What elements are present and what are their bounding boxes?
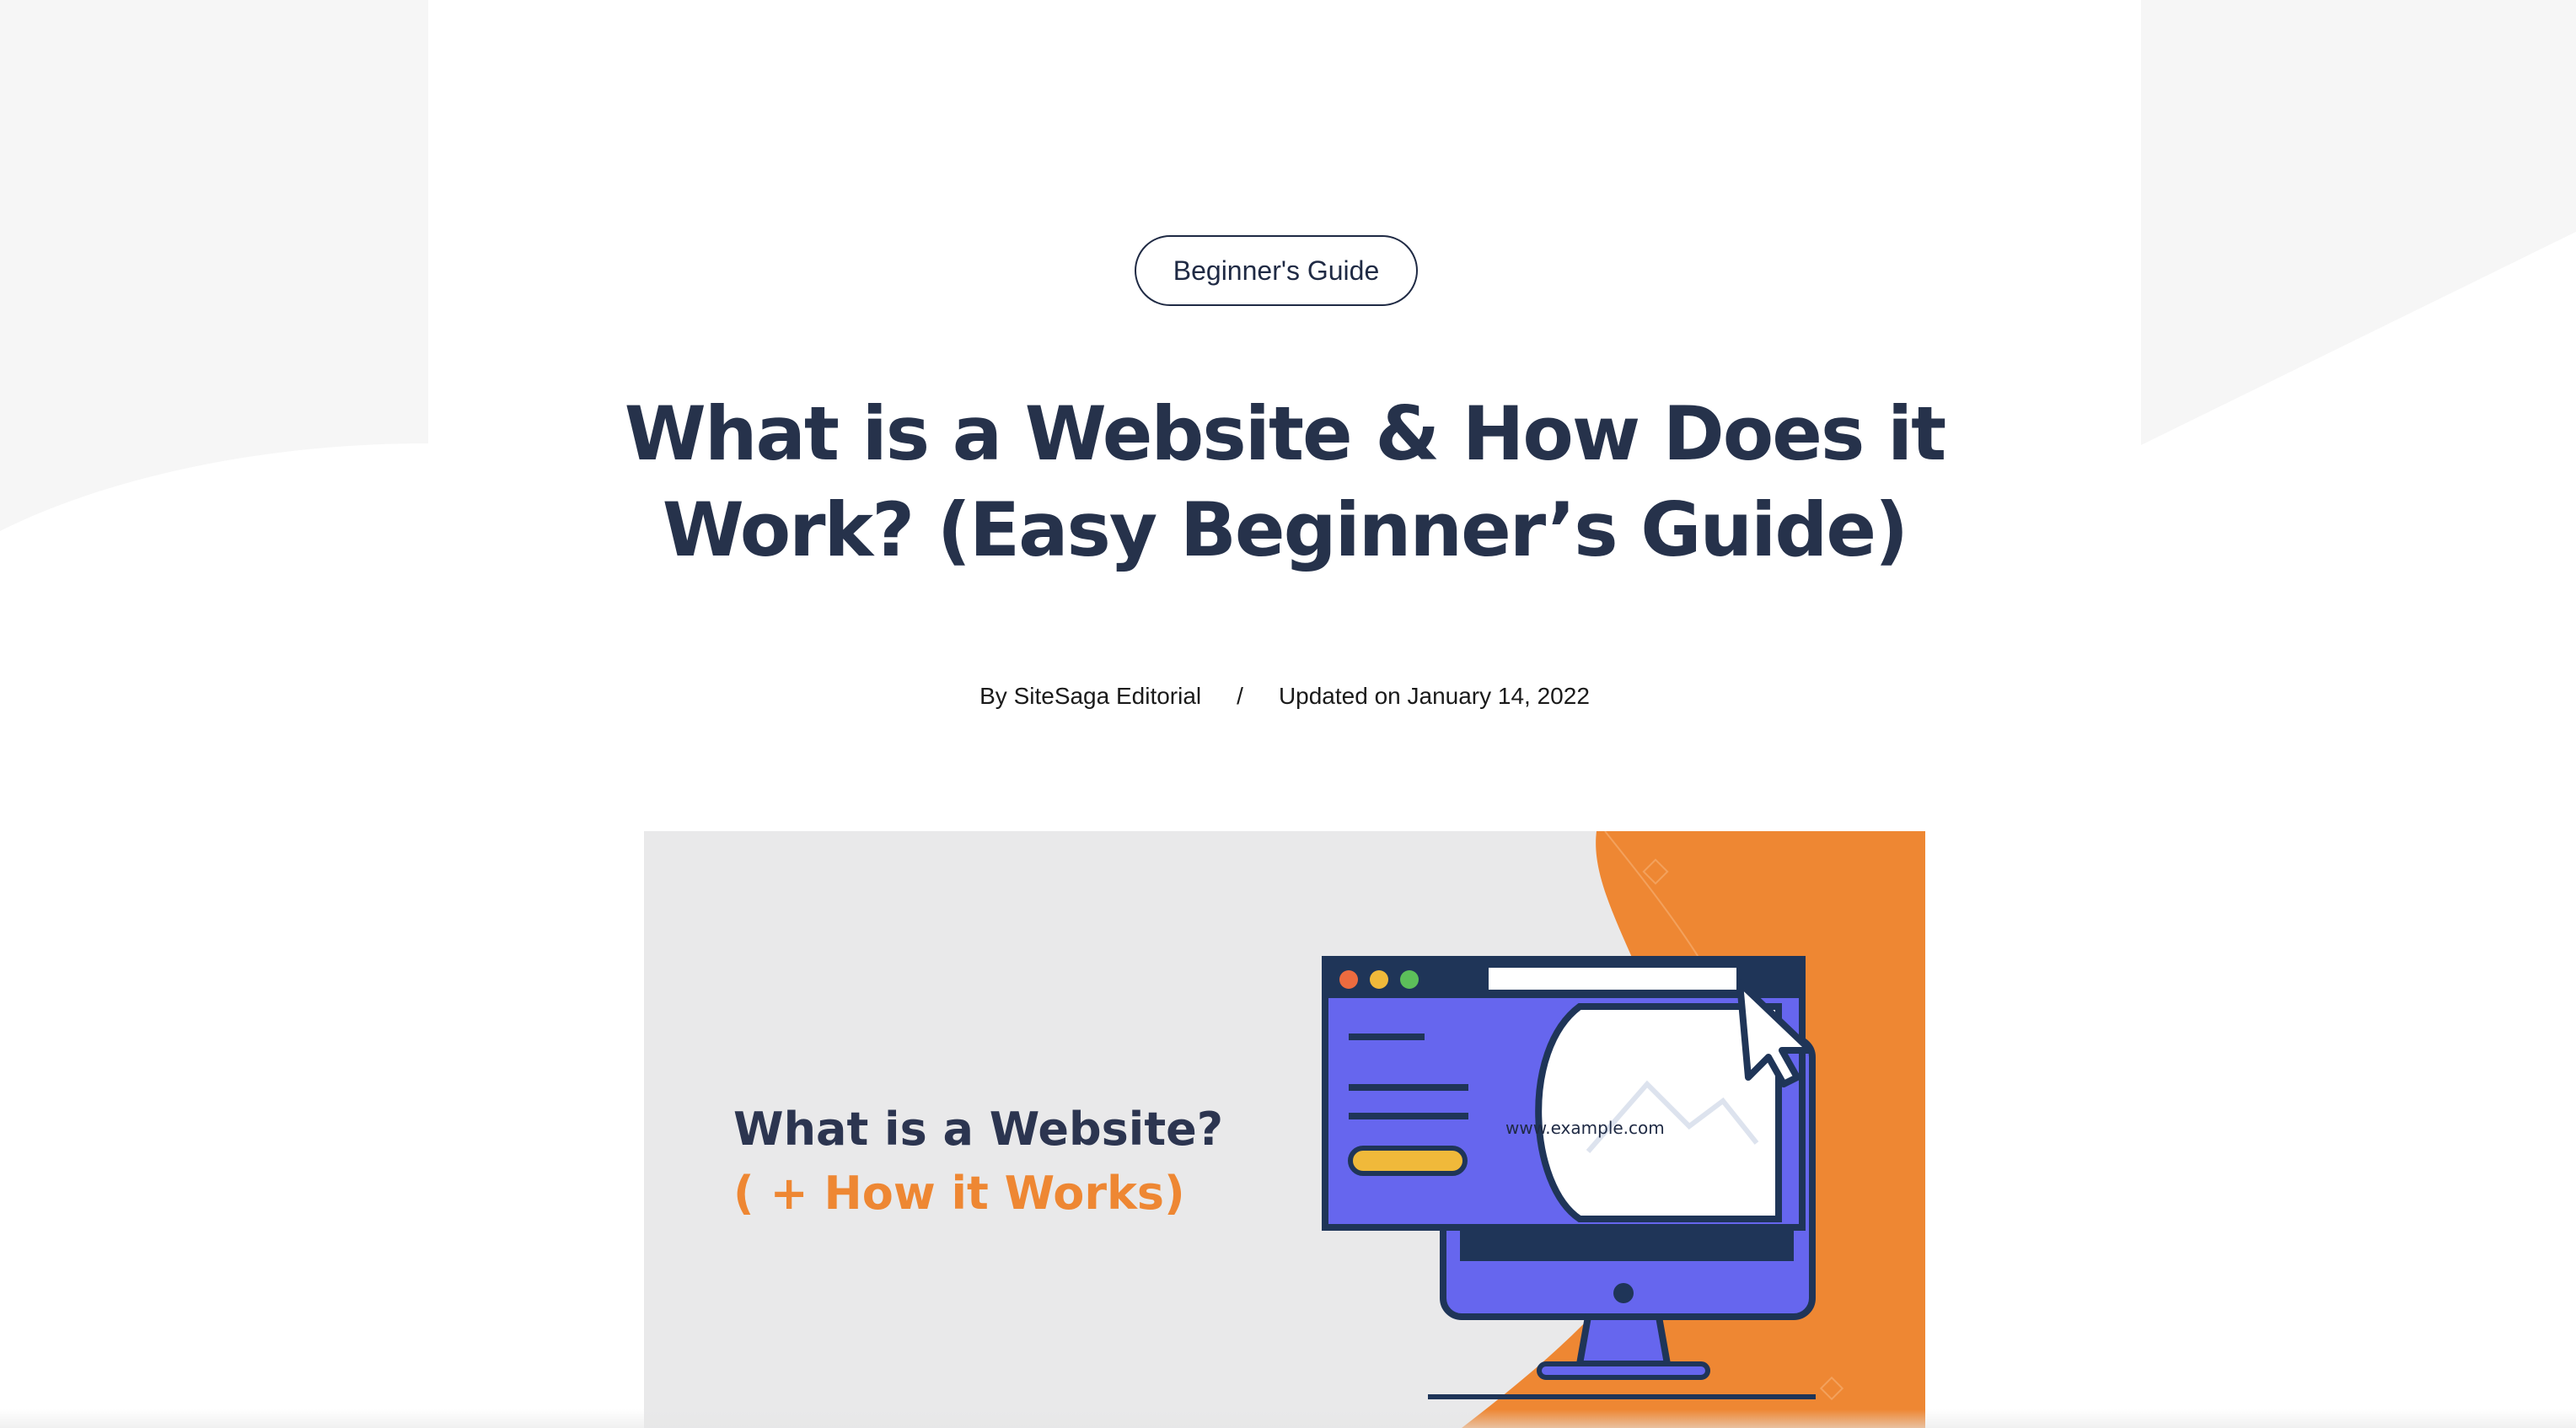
article-header-card: Beginner's Guide What is a Website & How… bbox=[428, 142, 2141, 1428]
page-fade bbox=[0, 1409, 2576, 1428]
featured-image: www.example.com What is a Website? ( + H… bbox=[644, 831, 1925, 1428]
image-subheading: ( + How it Works) bbox=[733, 1167, 1185, 1220]
article-title: What is a Website & How Does it Work? (E… bbox=[624, 390, 1946, 573]
author-link[interactable]: By SiteSaga Editorial bbox=[979, 683, 1201, 710]
image-heading: What is a Website? bbox=[733, 1103, 1224, 1156]
category-tag[interactable]: Beginner's Guide bbox=[1135, 235, 1418, 306]
article-meta: By SiteSaga Editorial / Updated on Janua… bbox=[428, 683, 2141, 710]
meta-separator: / bbox=[1237, 683, 1243, 709]
browser-url: www.example.com bbox=[1505, 1118, 1665, 1138]
updated-date: Updated on January 14, 2022 bbox=[1278, 683, 1590, 709]
